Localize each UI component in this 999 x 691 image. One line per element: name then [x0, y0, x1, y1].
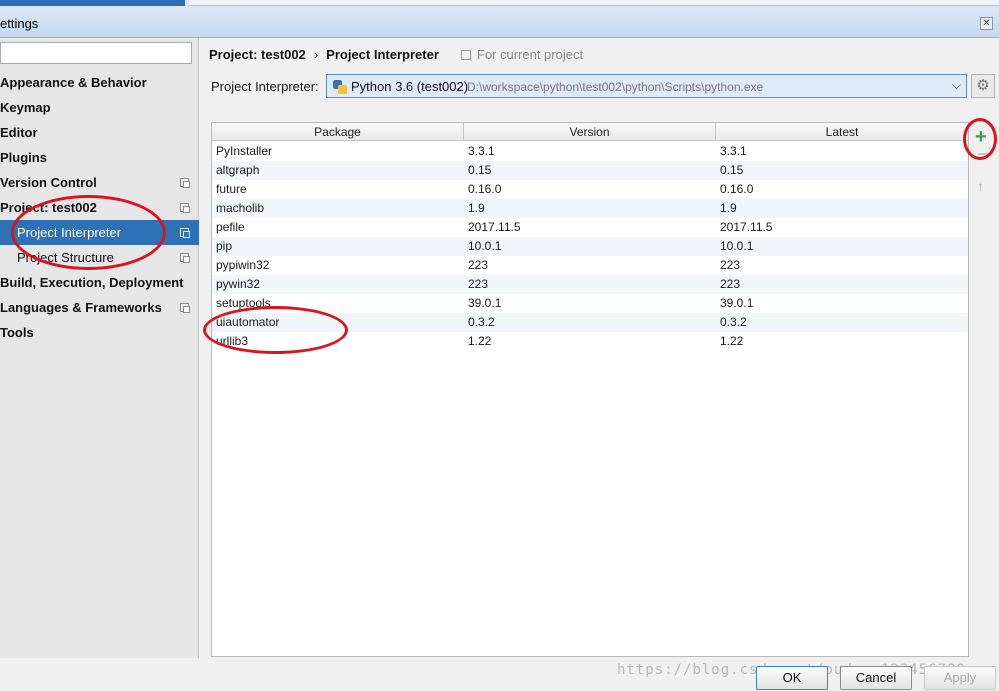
table-row[interactable]: pip 10.0.1 10.0.1 [212, 237, 968, 256]
package-version: 223 [468, 258, 489, 272]
copy-icon [180, 303, 190, 313]
package-version: 2017.11.5 [468, 220, 521, 234]
sidebar-item[interactable]: Languages & Frameworks [0, 295, 199, 320]
sidebar-item[interactable]: Appearance & Behavior [0, 70, 199, 95]
package-latest: 39.0.1 [720, 296, 754, 310]
package-latest: 3.3.1 [720, 144, 747, 158]
copy-icon [180, 253, 190, 263]
annotation-circle-project [11, 195, 166, 270]
column-header-version[interactable]: Version [464, 123, 716, 141]
sidebar-item-label: Plugins [0, 150, 47, 165]
sidebar-item[interactable]: Plugins [0, 145, 199, 170]
window-title: ettings [0, 16, 39, 31]
breadcrumb-separator: › [313, 47, 319, 62]
sidebar-item-label: Tools [0, 325, 34, 340]
package-name: pypiwin32 [216, 258, 270, 272]
package-name: macholib [216, 201, 265, 215]
sidebar-item[interactable]: Build, Execution, Deployment [0, 270, 199, 295]
table-row[interactable]: pefile 2017.11.5 2017.11.5 [212, 218, 968, 237]
sidebar-item-label: Languages & Frameworks [0, 300, 162, 315]
chevron-down-icon[interactable]: ⌵ [952, 78, 961, 93]
sidebar-item-label: Build, Execution, Deployment [0, 275, 184, 290]
sidebar-item-label: Keymap [0, 100, 51, 115]
table-row[interactable]: PyInstaller 3.3.1 3.3.1 [212, 142, 968, 161]
sidebar-item[interactable]: Keymap [0, 95, 199, 120]
package-name: pip [216, 239, 233, 253]
package-name: altgraph [216, 163, 260, 177]
package-version: 0.15 [468, 163, 492, 177]
interpreter-select[interactable]: Python 3.6 (test002) D:\workspace\python… [326, 74, 967, 98]
breadcrumb-project[interactable]: Project: test002 [209, 47, 306, 62]
sidebar-item[interactable]: Editor [0, 120, 199, 145]
package-name: pefile [216, 220, 245, 234]
close-icon[interactable]: ✕ [980, 17, 993, 30]
package-latest: 10.0.1 [720, 239, 754, 253]
annotation-circle-add [963, 118, 997, 160]
table-row[interactable]: macholib 1.9 1.9 [212, 199, 968, 218]
breadcrumb-page: Project Interpreter [326, 47, 439, 62]
package-latest: 0.3.2 [720, 315, 747, 329]
settings-sidebar: Appearance & Behavior Keymap Editor Plugins… [0, 38, 199, 658]
active-tab[interactable] [0, 0, 185, 6]
interpreter-label: Project Interpreter: [211, 79, 319, 94]
search-input[interactable] [0, 42, 192, 64]
upgrade-package-button[interactable]: ↑ [977, 178, 984, 194]
package-latest: 0.16.0 [720, 182, 754, 196]
tab-bar [189, 0, 999, 6]
python-icon [333, 80, 347, 94]
package-latest: 0.15 [720, 163, 744, 177]
package-version: 1.9 [468, 201, 485, 215]
package-latest: 1.9 [720, 201, 737, 215]
table-row[interactable]: pypiwin32 223 223 [212, 256, 968, 275]
copy-icon [180, 228, 190, 238]
package-latest: 1.22 [720, 334, 744, 348]
sidebar-item-label: Appearance & Behavior [0, 75, 147, 90]
sidebar-item-label: Editor [0, 125, 38, 140]
table-row[interactable]: pywin32 223 223 [212, 275, 968, 294]
cancel-button[interactable]: Cancel [840, 666, 912, 690]
sidebar-item[interactable]: Version Control [0, 170, 199, 195]
copy-icon [180, 203, 190, 213]
scope-hint: For current project [461, 47, 583, 62]
title-bar: ettings ✕ [0, 8, 999, 38]
sidebar-item-label: Version Control [0, 175, 97, 190]
table-row[interactable]: setuptools 39.0.1 39.0.1 [212, 294, 968, 313]
copy-icon [180, 178, 190, 188]
ok-button[interactable]: OK [756, 666, 828, 690]
package-name: pywin32 [216, 277, 261, 291]
interpreter-name: Python 3.6 (test002) [351, 79, 469, 94]
column-header-latest[interactable]: Latest [716, 123, 968, 141]
breadcrumb: Project: test002 › Project Interpreter For … [209, 47, 583, 62]
package-version: 0.16.0 [468, 182, 502, 196]
package-toolbar: + ↑ [969, 122, 999, 657]
annotation-circle-packages [203, 306, 348, 354]
package-version: 10.0.1 [468, 239, 502, 253]
package-name: future [216, 182, 247, 196]
package-version: 39.0.1 [468, 296, 502, 310]
package-name: PyInstaller [216, 144, 273, 158]
package-version: 223 [468, 277, 489, 291]
apply-button[interactable]: Apply [924, 666, 996, 690]
package-version: 0.3.2 [468, 315, 495, 329]
sidebar-item[interactable]: Tools [0, 320, 199, 345]
top-strip [0, 0, 999, 8]
package-latest: 2017.11.5 [720, 220, 773, 234]
column-header-package[interactable]: Package [212, 123, 464, 141]
interpreter-path: D:\workspace\python\test002\python\Scrip… [467, 80, 764, 94]
gear-icon[interactable]: ⚙ [971, 74, 995, 98]
table-header: Package Version Latest [212, 123, 968, 141]
package-version: 1.22 [468, 334, 492, 348]
table-row[interactable]: altgraph 0.15 0.15 [212, 161, 968, 180]
package-version: 3.3.1 [468, 144, 495, 158]
packages-table: Package Version Latest PyInstaller 3.3.1 3… [211, 122, 969, 657]
table-row[interactable]: future 0.16.0 0.16.0 [212, 180, 968, 199]
package-latest: 223 [720, 277, 741, 291]
package-latest: 223 [720, 258, 741, 272]
